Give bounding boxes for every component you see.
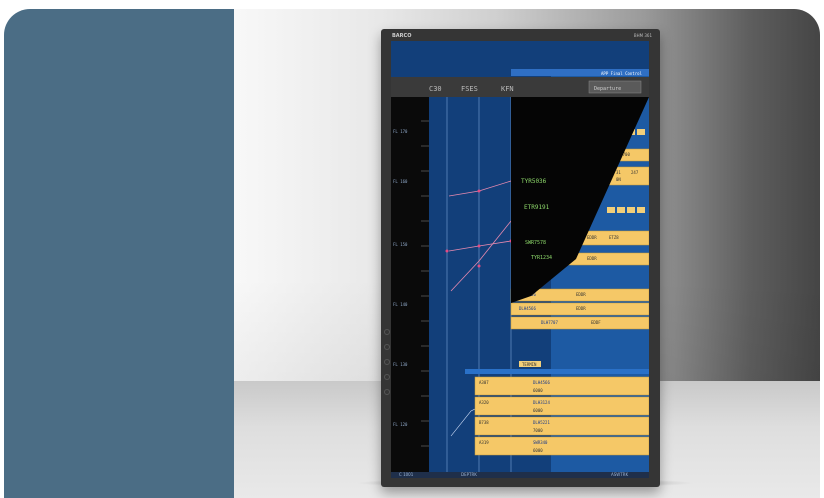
strip-level: 6000 (533, 408, 543, 413)
contrast-button[interactable] (384, 374, 390, 380)
monitor-controls (384, 329, 390, 479)
atc-display: FL 170 FL 160 FL 150 FL 140 FL 130 FL 12… (391, 41, 649, 472)
status-item: DEPTRK (461, 472, 477, 477)
altitude-label: FL 120 (393, 422, 408, 427)
strip-field: 247 (631, 170, 639, 175)
strip-button-b[interactable] (617, 207, 625, 213)
strip-callsign: DLH3124 (533, 400, 550, 405)
sidebar-panel (4, 9, 234, 498)
strip-field: 0N (616, 177, 621, 182)
track-label: TYR1234 (531, 255, 552, 261)
track-label: ETR9191 (524, 204, 550, 211)
departure-button-label: Departure (594, 86, 621, 92)
window-title: APP Final Control (601, 71, 643, 76)
strip-callsign: DLH5221 (533, 420, 550, 425)
atc-screen: FL 170 FL 160 FL 150 FL 140 FL 130 FL 12… (391, 41, 649, 472)
select-button[interactable] (384, 389, 390, 395)
menu-button[interactable] (384, 344, 390, 350)
strip-field: EDDR (576, 306, 586, 311)
strip-button-c[interactable] (627, 207, 635, 213)
status-item: C 1001 (399, 472, 414, 477)
header-label: C30 (429, 85, 442, 93)
altitude-label: FL 130 (393, 362, 408, 367)
monitor-bezel: BARCO BHM 361 FL 170 FL 160 FL 150 FL 14… (381, 29, 660, 487)
strip-button-d[interactable] (637, 207, 645, 213)
status-item: ASWTRK (611, 472, 629, 477)
strip-field: EDDR (587, 235, 597, 240)
strip-field: 31 (616, 170, 621, 175)
strip-button-e[interactable] (607, 207, 615, 213)
strip-field: ETZ8 (609, 235, 619, 240)
brightness-button[interactable] (384, 359, 390, 365)
strip-button-d[interactable] (637, 129, 645, 135)
strip-callsign: SWR340 (533, 440, 548, 445)
header-label: FSES (461, 85, 478, 93)
altitude-label: FL 170 (393, 129, 408, 134)
altitude-scale (391, 97, 429, 472)
flight-strip[interactable] (474, 436, 649, 456)
header-label: KFN (501, 85, 514, 93)
strip-level: 7000 (533, 428, 543, 433)
strip-field: EDDR (576, 292, 586, 297)
strip-level: 6000 (533, 388, 543, 393)
altitude-label: FL 140 (393, 302, 408, 307)
strip-field: EDDR (587, 256, 597, 261)
power-button[interactable] (384, 329, 390, 335)
altitude-label: FL 160 (393, 179, 408, 184)
monitor-model: BHM 361 (633, 33, 652, 38)
strip-field: EDDF (591, 320, 601, 325)
strip-level: 6000 (533, 448, 543, 453)
monitor-brand: BARCO (392, 33, 412, 39)
altitude-label: FL 150 (393, 242, 408, 247)
track-label: TYR5036 (521, 178, 547, 185)
strip-callsign: DLH4566 (533, 380, 550, 385)
status-bar: C 1001 DEPTRK ASWTRK (391, 472, 649, 478)
track-label: SWR7578 (525, 240, 546, 246)
